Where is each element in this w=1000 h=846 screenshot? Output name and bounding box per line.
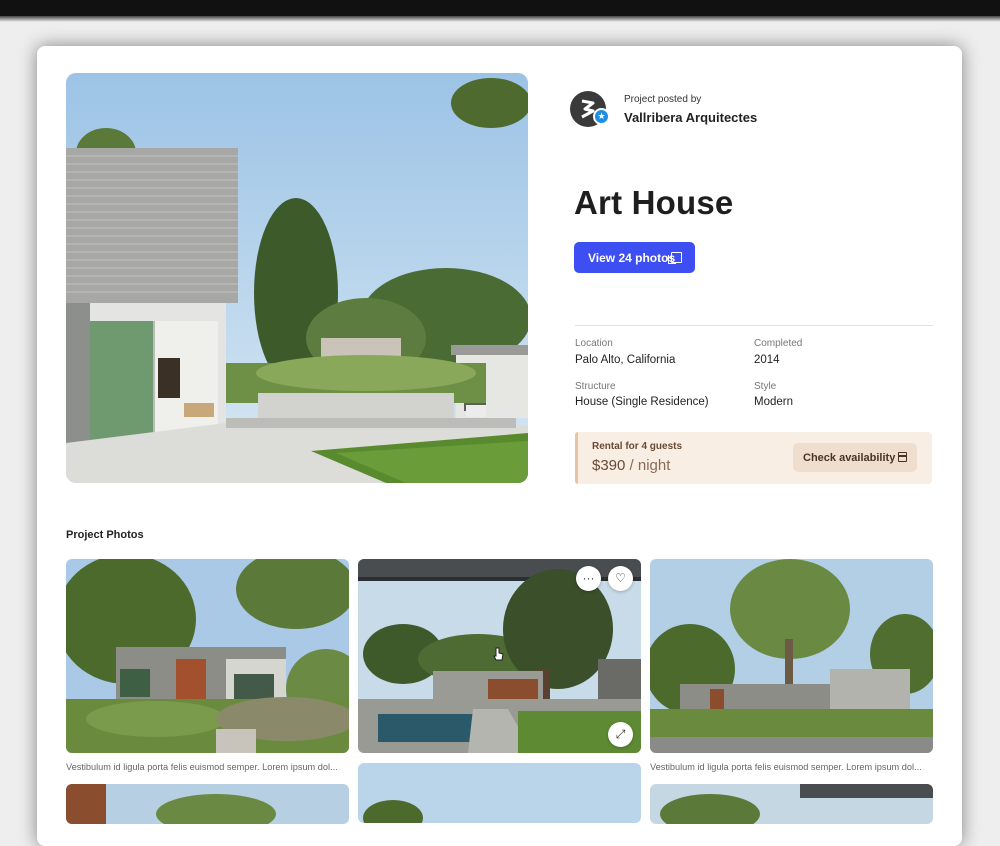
rental-price-amount: $390 <box>592 457 626 474</box>
project-photo-3-illustration <box>650 559 933 753</box>
rental-guests-label: Rental for 4 guests <box>592 441 683 452</box>
view-photos-button[interactable]: View 24 photos <box>574 242 695 273</box>
expand-button[interactable]: ⤢ <box>608 722 633 747</box>
check-availability-button[interactable]: Check availability <box>793 443 917 472</box>
style-label: Style <box>754 381 777 392</box>
photo-caption-1: Vestibulum id ligula porta felis euismod… <box>66 762 338 772</box>
heart-icon: ♡ <box>615 571 626 585</box>
copy-icon <box>668 252 682 264</box>
cursor-icon <box>493 647 504 661</box>
location-value: Palo Alto, California <box>575 354 676 366</box>
project-photo-2[interactable]: ··· ♡ ⤢ <box>358 559 641 753</box>
rental-accent-bar <box>575 432 578 484</box>
check-availability-label: Check availability <box>803 451 896 464</box>
poster-name[interactable]: Vallribera Arquitectes <box>624 110 757 125</box>
rental-price: $390 / night <box>592 457 670 474</box>
hero-photo[interactable] <box>66 73 528 483</box>
project-card: ★ Project posted by Vallribera Arquitect… <box>37 46 962 846</box>
project-poster[interactable]: ★ Project posted by Vallribera Arquitect… <box>570 91 890 131</box>
project-photo-3[interactable] <box>650 559 933 753</box>
project-photo-4-illustration <box>66 784 349 824</box>
project-photo-1[interactable] <box>66 559 349 753</box>
completed-label: Completed <box>754 338 803 349</box>
photo-caption-3: Vestibulum id ligula porta felis euismod… <box>650 762 922 772</box>
page-title: Art House <box>574 184 734 221</box>
rental-panel: Rental for 4 guests $390 / night Check a… <box>575 432 932 484</box>
verified-star-icon: ★ <box>593 108 610 125</box>
calendar-icon <box>898 452 907 462</box>
structure-value: House (Single Residence) <box>575 396 709 408</box>
project-photo-6[interactable] <box>650 784 933 824</box>
location-label: Location <box>575 338 613 349</box>
structure-label: Structure <box>575 381 616 392</box>
rental-price-unit: / night <box>625 457 671 474</box>
expand-icon: ⤢ <box>615 727 626 741</box>
window-top-bar <box>0 0 1000 22</box>
posted-by-label: Project posted by <box>624 94 702 105</box>
project-photo-5-illustration <box>358 763 641 823</box>
more-options-button[interactable]: ··· <box>576 566 601 591</box>
project-photo-5[interactable] <box>358 763 641 823</box>
project-photo-1-illustration <box>66 559 349 753</box>
project-photo-4[interactable] <box>66 784 349 824</box>
section-title: Project Photos <box>66 529 144 541</box>
completed-value: 2014 <box>754 354 780 366</box>
hero-photo-illustration <box>66 73 528 483</box>
like-button[interactable]: ♡ <box>608 566 633 591</box>
more-icon: ··· <box>582 571 595 585</box>
style-value: Modern <box>754 396 793 408</box>
project-photo-6-illustration <box>650 784 933 824</box>
view-photos-label: View 24 photos <box>588 250 676 265</box>
divider <box>575 325 933 326</box>
